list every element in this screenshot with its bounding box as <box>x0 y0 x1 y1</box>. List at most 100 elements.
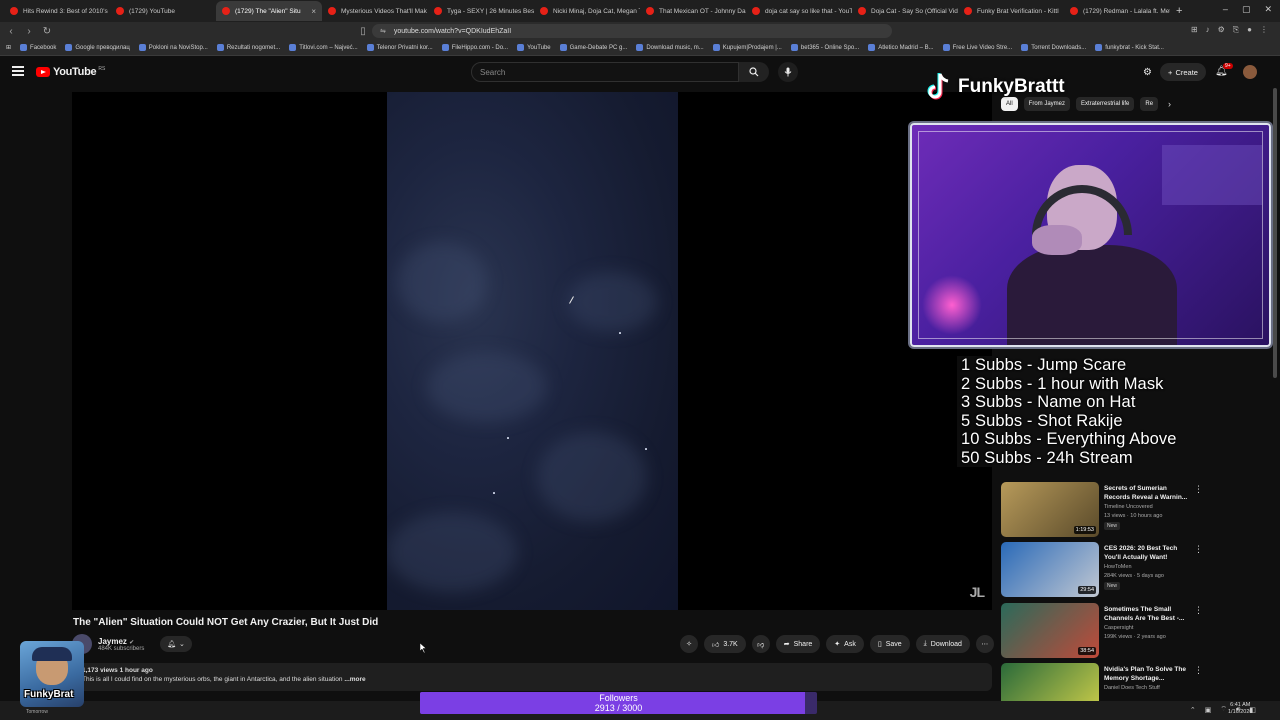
description-more-link[interactable]: ...more <box>344 676 365 683</box>
search-button[interactable] <box>739 62 769 82</box>
account-avatar[interactable] <box>1243 65 1257 79</box>
site-info-icon[interactable]: ⇋ <box>380 27 386 35</box>
bookmark-item[interactable]: Titlovi.com – Najveć... <box>289 44 358 51</box>
forward-icon[interactable]: › <box>22 26 36 37</box>
hype-button[interactable]: ✧ <box>680 635 698 653</box>
save-button[interactable]: ▯ Save <box>869 635 910 653</box>
like-button[interactable]: 👍︎ 3.7K <box>704 635 746 653</box>
browser-tab[interactable]: Mysterious Videos That'll Mak <box>322 1 428 21</box>
scrollbar-thumb[interactable] <box>1273 88 1277 378</box>
recommended-views: 199K views · 2 years ago <box>1104 634 1166 640</box>
network-icon[interactable]: ⌔ <box>1220 705 1227 714</box>
cast-icon[interactable]: ⚙ <box>1143 67 1152 78</box>
browser-tab[interactable]: Hits Rewind 3: Best of 2010's H <box>4 1 110 21</box>
back-icon[interactable]: ‹ <box>4 26 18 37</box>
video-thumbnail[interactable]: 1:19:53 <box>1001 482 1099 537</box>
browser-menu-icon[interactable]: ⋮ <box>1260 25 1268 35</box>
bookmark-item[interactable]: YouTube <box>517 44 551 51</box>
recommended-channel[interactable]: Caspersight <box>1104 625 1133 631</box>
ask-label: Ask <box>844 640 856 648</box>
video-player[interactable]: JL <box>72 92 992 610</box>
browser-tab[interactable]: (1729) YouTube <box>110 1 216 21</box>
video-thumbnail[interactable]: 38:54 <box>1001 603 1099 658</box>
bookmark-item[interactable]: Kupujem|Prodajem |... <box>712 44 782 51</box>
recommended-channel[interactable]: Daniel Does Tech Stuff <box>1104 685 1160 691</box>
recommended-title: CES 2026: 20 Best Tech You'll Actually W… <box>1104 545 1178 561</box>
bookmark-favicon-icon <box>366 44 374 51</box>
apps-icon[interactable]: ⊞ <box>6 44 11 51</box>
bookmark-item[interactable]: funkybrat - Kick Stat... <box>1095 44 1164 51</box>
more-actions-button[interactable]: ⋯ <box>975 635 994 653</box>
channel-name[interactable]: Jaymez ✔ <box>98 637 144 646</box>
bookmark-item[interactable]: bet365 - Online Spo... <box>790 44 859 51</box>
recommended-video[interactable]: 38:54 Sometimes The Small Channels Are Th… <box>1001 603 1271 659</box>
video-menu-icon[interactable]: ⋮ <box>1194 484 1203 495</box>
tab-label: doja cat say so like that - YouT <box>765 7 852 15</box>
recommended-video[interactable]: 1:19:53 Secrets of Sumerian Records Revea… <box>1001 482 1271 538</box>
bookmark-item[interactable]: Facebook <box>20 44 56 51</box>
bookmark-item[interactable]: Free Live Video Stre... <box>942 44 1012 51</box>
browser-tab[interactable]: That Mexican OT - Johnny Dan <box>640 1 746 21</box>
extension-icon[interactable]: ♪ <box>1206 25 1210 35</box>
minimize-icon[interactable]: – <box>1223 4 1228 15</box>
bookmark-star-icon[interactable]: ▯ <box>356 26 370 37</box>
page-scrollbar[interactable] <box>1272 88 1278 688</box>
ask-button[interactable]: ✦ Ask <box>826 635 864 653</box>
bookmark-item[interactable]: Telenor Privatni kor... <box>366 44 433 51</box>
youtube-logo[interactable]: YouTube RS <box>36 66 105 78</box>
url-field[interactable]: ⇋ youtube.com/watch?v=QDKIudEhZaII <box>372 24 892 38</box>
profile-icon[interactable]: ● <box>1247 25 1252 35</box>
video-menu-icon[interactable]: ⋮ <box>1194 665 1203 676</box>
taskbar-clock[interactable]: 6:41 AM 1/16/2026 <box>1228 702 1252 716</box>
browser-tab[interactable]: doja cat say so like that - YouT <box>746 1 852 21</box>
extension-icon[interactable]: ⊞ <box>1191 25 1198 35</box>
filter-chip[interactable]: Extraterrestrial life <box>1076 97 1135 111</box>
reload-icon[interactable]: ↻ <box>40 26 54 37</box>
bookmark-item[interactable]: Torrent Downloads... <box>1021 44 1086 51</box>
bookmark-item[interactable]: Atletico Madrid – B... <box>868 44 934 51</box>
create-button[interactable]: + Create <box>1160 63 1206 81</box>
bookmark-item[interactable]: Google преводилац <box>65 44 130 51</box>
bookmark-item[interactable]: FileHippo.com - Do... <box>441 44 508 51</box>
browser-tab[interactable]: Tyga - SEXY | 26 Minutes Best <box>428 1 534 21</box>
recommended-channel[interactable]: HowToMen <box>1104 564 1132 570</box>
channel-watermark[interactable]: JL <box>970 584 985 600</box>
followers-goal-bar: Followers 2913 / 3000 <box>420 692 817 714</box>
tray-app-icon[interactable]: ▣ <box>1205 706 1212 714</box>
download-button[interactable]: ⤓ Download <box>915 635 970 653</box>
bookmark-item[interactable]: Pokloni na NoviStop... <box>138 44 208 51</box>
video-menu-icon[interactable]: ⋮ <box>1194 544 1203 555</box>
bookmark-item[interactable]: Download music, m... <box>636 44 704 51</box>
window-controls: – ▢ ✕ <box>1223 4 1272 15</box>
tray-chevron-up-icon[interactable]: ⌃ <box>1190 706 1196 714</box>
browser-tab[interactable]: Funky Brat Verification - Kittl <box>958 1 1064 21</box>
dislike-button[interactable]: 👎︎ <box>751 635 770 653</box>
search-input[interactable]: Search <box>471 62 739 82</box>
subscription-bell-button[interactable]: 🔔︎ ⌄ <box>160 636 192 652</box>
share-button[interactable]: ➦ Share <box>775 635 821 653</box>
hamburger-menu-icon[interactable] <box>12 66 24 76</box>
extension-icon[interactable]: ⚙ <box>1218 25 1225 35</box>
recommended-video[interactable]: 29:54 CES 2026: 20 Best Tech You'll Actua… <box>1001 542 1271 598</box>
browser-tab[interactable]: Doja Cat - Say So (Official Vide <box>852 1 958 21</box>
browser-tab[interactable]: (1729) The "Alien" Situ × <box>216 1 322 21</box>
tab-close-icon[interactable]: × <box>311 7 316 16</box>
close-window-icon[interactable]: ✕ <box>1264 4 1272 15</box>
video-thumbnail[interactable]: 29:54 <box>1001 542 1099 597</box>
bookmark-item[interactable]: Game-Debate PC g... <box>559 44 627 51</box>
video-menu-icon[interactable]: ⋮ <box>1194 605 1203 616</box>
browser-tab[interactable]: Nicki Minaj, Doja Cat, Megan T <box>534 1 640 21</box>
maximize-icon[interactable]: ▢ <box>1242 4 1251 15</box>
video-views-meta: 1,173 views 1 hour ago <box>82 667 153 674</box>
extension-icon[interactable]: ⎘ <box>1233 25 1239 35</box>
new-tab-icon[interactable]: + <box>1176 5 1182 17</box>
recommended-channel[interactable]: Timeline Uncovered <box>1104 504 1153 510</box>
chips-next-icon[interactable]: › <box>1168 99 1171 109</box>
bookmark-item[interactable]: Rezultati nogomet... <box>216 44 281 51</box>
bookmark-label: Rezultati nogomet... <box>226 44 281 51</box>
browser-tab[interactable]: (1729) Redman - Lalala ft. Met <box>1064 1 1170 21</box>
description-box[interactable]: 1,173 views 1 hour ago This is all I cou… <box>72 663 992 691</box>
filter-chip[interactable]: Re <box>1140 97 1159 111</box>
tab-label: Doja Cat - Say So (Official Vide <box>871 7 958 15</box>
voice-search-button[interactable] <box>778 62 798 82</box>
